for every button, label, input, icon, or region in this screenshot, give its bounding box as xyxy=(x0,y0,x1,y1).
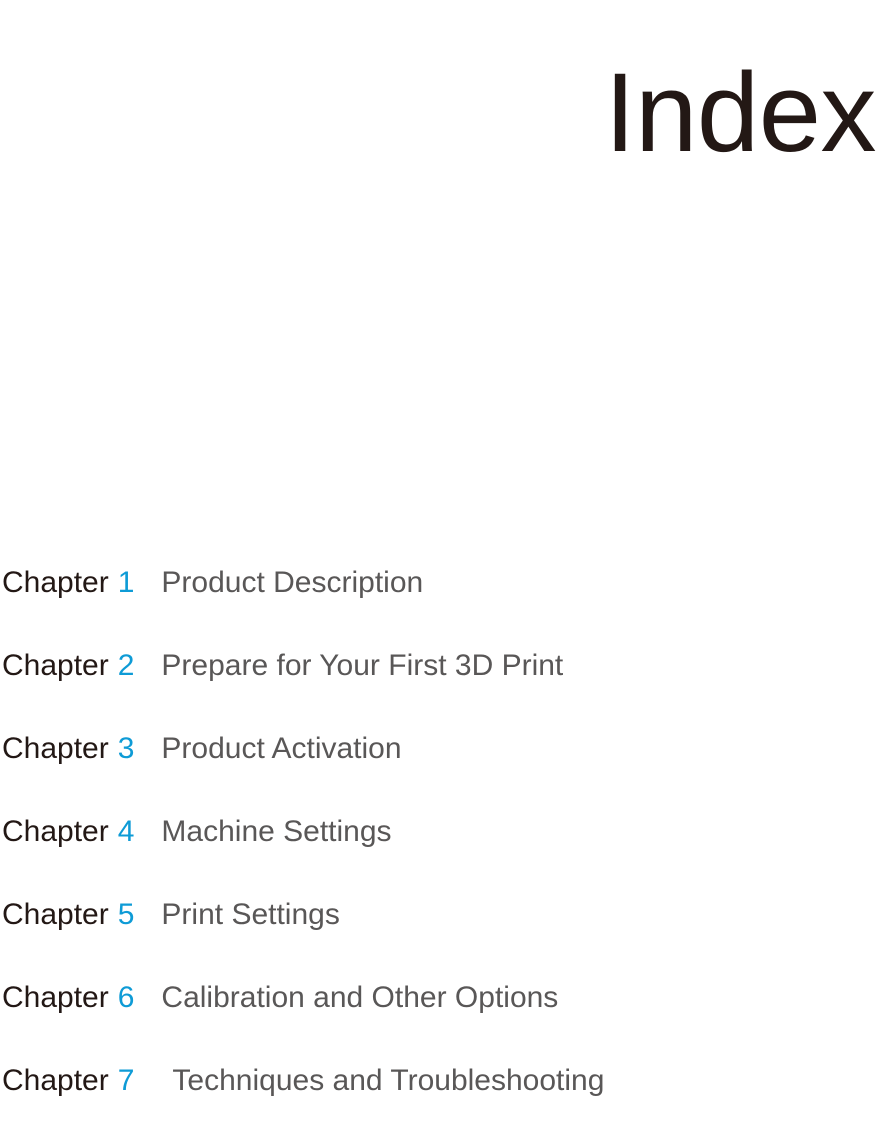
chapter-number: 1 xyxy=(117,566,135,599)
chapter-label: Chapter xyxy=(2,732,109,765)
chapter-title: Product Activation xyxy=(161,732,402,765)
chapter-label: Chapter xyxy=(2,898,109,931)
chapter-label: Chapter xyxy=(2,566,109,599)
chapter-label: Chapter xyxy=(2,815,109,848)
chapter-entry-3[interactable]: Chapter 3 Product Activation xyxy=(0,732,878,815)
chapter-entry-1[interactable]: Chapter 1 Product Description xyxy=(0,566,878,649)
chapter-number: 7 xyxy=(117,1064,135,1097)
chapter-entry-2[interactable]: Chapter 2 Prepare for Your First 3D Prin… xyxy=(0,649,878,732)
chapter-title: Product Description xyxy=(161,566,424,599)
chapter-number: 4 xyxy=(117,815,135,848)
chapter-entry-7[interactable]: Chapter 7 Techniques and Troubleshooting xyxy=(0,1064,878,1147)
chapter-title: Print Settings xyxy=(161,898,340,931)
chapter-entry-6[interactable]: Chapter 6 Calibration and Other Options xyxy=(0,981,878,1064)
chapter-title: Prepare for Your First 3D Print xyxy=(161,649,564,682)
chapter-index-list: Chapter 1 Product Description Chapter 2 … xyxy=(0,566,878,1147)
index-page: Index Chapter 1 Product Description Chap… xyxy=(0,0,878,1105)
chapter-title: Machine Settings xyxy=(161,815,392,848)
chapter-label: Chapter xyxy=(2,1064,109,1097)
page-title: Index xyxy=(604,50,877,176)
chapter-number: 5 xyxy=(117,898,135,931)
chapter-title: Calibration and Other Options xyxy=(161,981,559,1014)
chapter-entry-5[interactable]: Chapter 5 Print Settings xyxy=(0,898,878,981)
chapter-title: Techniques and Troubleshooting xyxy=(172,1064,605,1097)
chapter-number: 3 xyxy=(117,732,135,765)
chapter-number: 2 xyxy=(117,649,135,682)
chapter-entry-4[interactable]: Chapter 4 Machine Settings xyxy=(0,815,878,898)
chapter-label: Chapter xyxy=(2,981,109,1014)
chapter-number: 6 xyxy=(117,981,135,1014)
chapter-label: Chapter xyxy=(2,649,109,682)
